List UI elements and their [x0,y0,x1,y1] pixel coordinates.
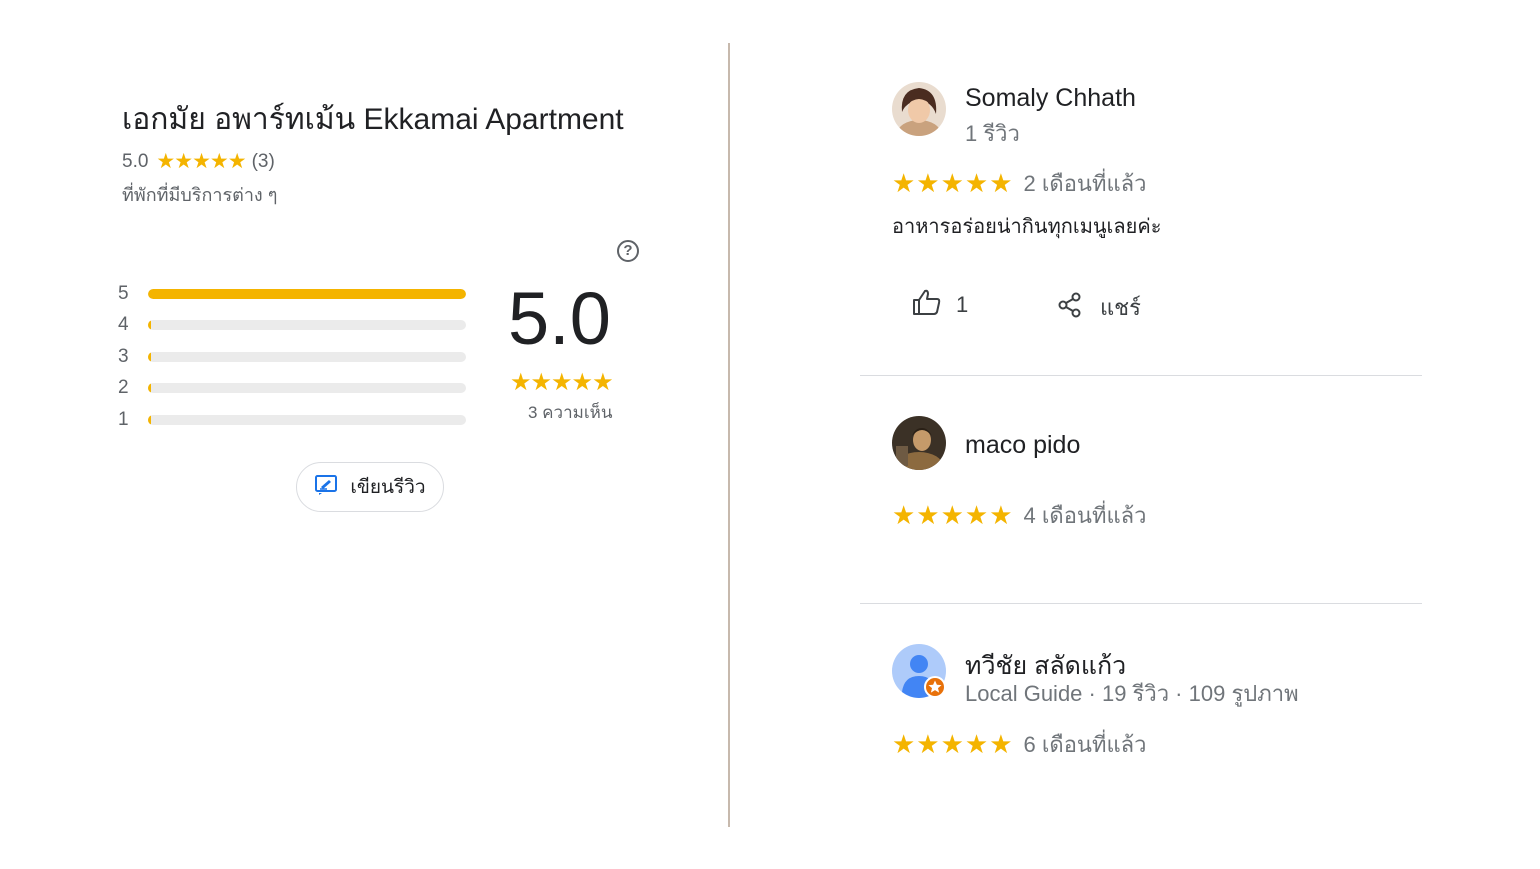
histogram-row-3: 3 [118,346,466,367]
write-review-button[interactable]: เขียนรีวิว [296,462,444,512]
thumbs-up-icon [912,288,942,322]
reviewer-name[interactable]: maco pido [965,431,1080,460]
review-text: อาหารอร่อยน่ากินทุกเมนูเลยค่ะ [892,216,1162,238]
avatar[interactable] [892,644,946,698]
histogram-label: 5 [118,283,129,304]
histogram-label: 3 [118,346,129,367]
like-button[interactable]: 1 [912,288,968,322]
average-stars: ★★★★★ [510,369,614,396]
review-time: 4 เดือนที่แล้ว [1023,503,1147,528]
write-review-label: เขียนรีวิว [350,477,426,498]
share-icon [1058,292,1082,324]
review-stars: ★★★★★ [892,500,1014,530]
edit-review-icon [314,474,338,501]
histogram-track [148,352,466,362]
place-rating-value: 5.0 [122,150,149,172]
share-label: แชร์ [1100,295,1141,320]
histogram-label: 2 [118,377,129,398]
histogram-track [148,415,466,425]
histogram-track [148,289,466,299]
histogram-row-2: 2 [118,377,466,398]
review-stars: ★★★★★ [892,729,1014,759]
review-divider [860,603,1422,604]
histogram-fill [148,320,151,330]
share-button[interactable]: แชร์ [1058,290,1141,325]
histogram-track [148,320,466,330]
review-rating: ★★★★★ 2 เดือนที่แล้ว [892,166,1146,201]
place-rating-line: 5.0 ★★★★★ (3) [122,149,275,174]
histogram-row-4: 4 [118,314,466,335]
histogram-row-1: 1 [118,409,466,430]
total-reviews-label: 3 ความเห็น [528,403,613,422]
reviewer-meta: Local Guide · 19 รีวิว · 109 รูปภาพ [965,681,1299,706]
reviewer-name[interactable]: Somaly Chhath [965,84,1136,113]
review-time: 2 เดือนที่แล้ว [1023,171,1147,196]
avatar[interactable] [892,82,946,136]
place-rating-stars: ★★★★★ [156,150,246,173]
histogram-fill [148,352,151,362]
place-review-count[interactable]: (3) [252,151,275,173]
histogram-fill [148,415,151,425]
histogram-fill [148,289,466,299]
place-category[interactable]: ที่พักที่มีบริการต่าง ๆ [122,180,277,209]
reviewer-meta: 1 รีวิว [965,121,1020,146]
histogram-row-5: 5 [118,283,466,304]
review-time: 6 เดือนที่แล้ว [1023,732,1147,757]
help-icon[interactable]: ? [617,240,639,262]
histogram-track [148,383,466,393]
histogram-label: 1 [118,409,129,430]
review-stars: ★★★★★ [892,168,1014,198]
panel-divider [728,43,730,827]
review-rating: ★★★★★ 4 เดือนที่แล้ว [892,498,1146,533]
histogram-label: 4 [118,314,129,335]
histogram-fill [148,383,151,393]
like-count: 1 [956,292,969,317]
review-rating: ★★★★★ 6 เดือนที่แล้ว [892,727,1146,762]
place-summary-panel: เอกมัย อพาร์ทเม้น Ekkamai Apartment 5.0 … [0,0,728,869]
place-title: เอกมัย อพาร์ทเม้น Ekkamai Apartment [122,103,624,136]
average-score: 5.0 [508,277,611,360]
avatar[interactable] [892,416,946,470]
review-divider [860,375,1422,376]
